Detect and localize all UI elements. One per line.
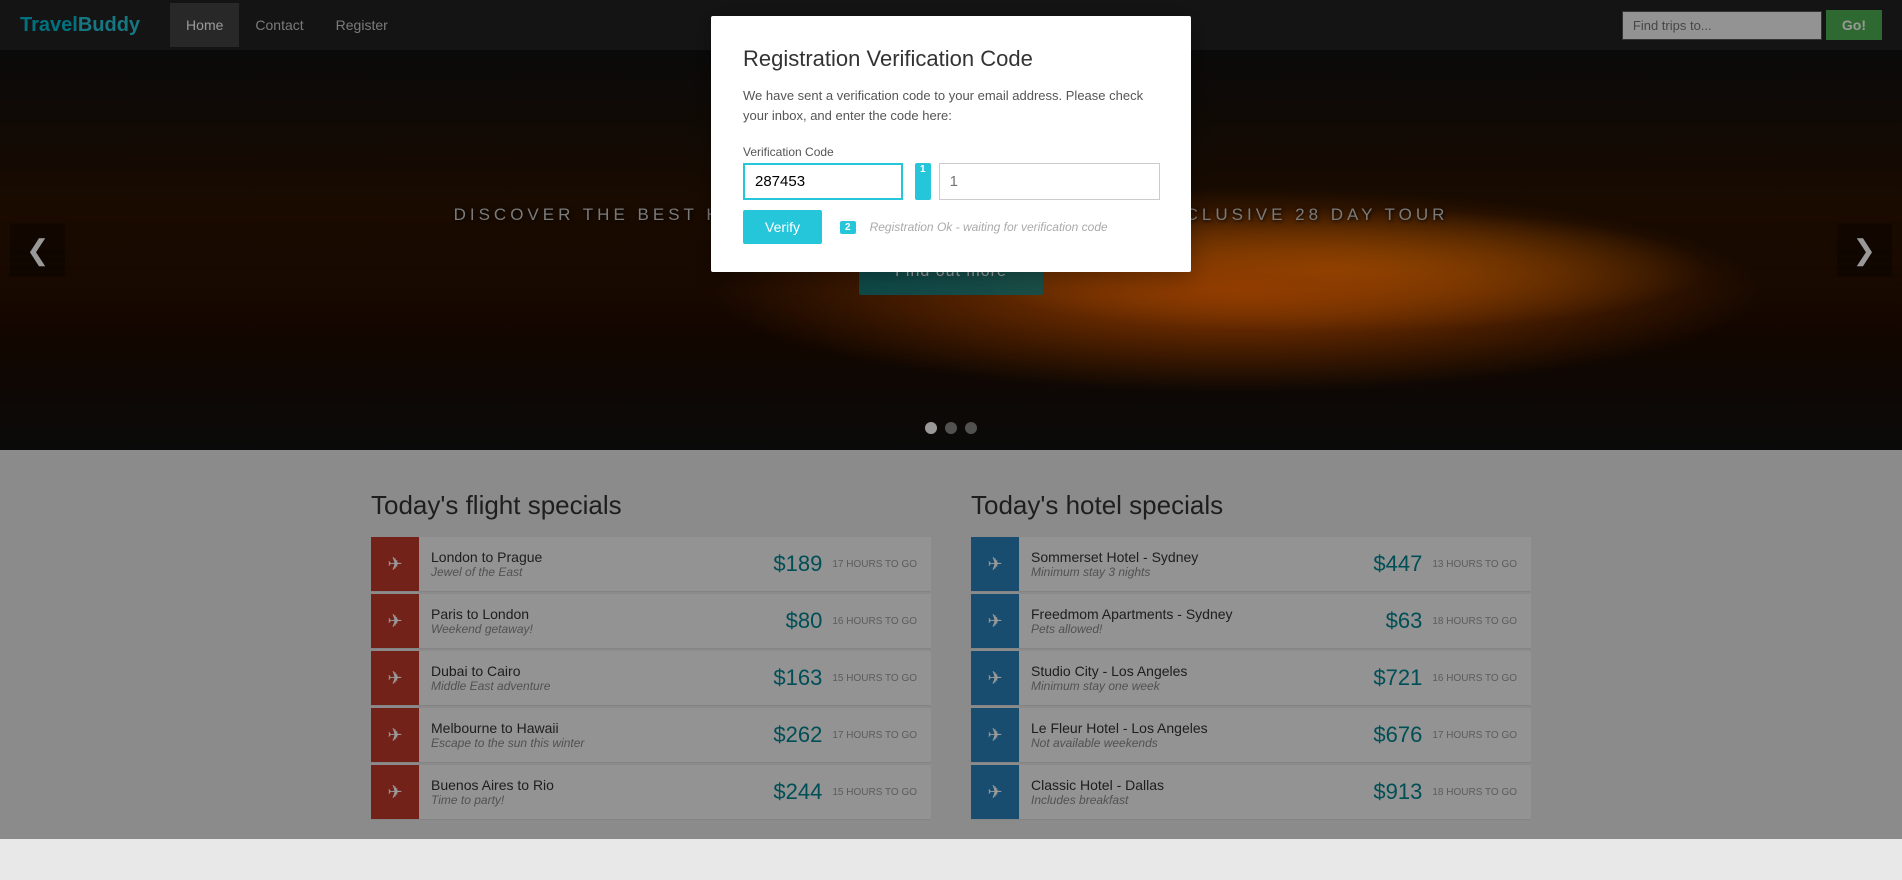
registration-modal: Registration Verification Code We have s… [711, 16, 1191, 272]
verification-code-input[interactable] [743, 163, 903, 200]
registration-status: Registration Ok - waiting for verificati… [870, 220, 1108, 234]
code-hint-input[interactable] [939, 163, 1160, 200]
step1-badge: 1 [915, 163, 931, 200]
step2-badge: 2 [840, 221, 856, 234]
modal-overlay: Registration Verification Code We have s… [0, 0, 1902, 839]
modal-subtitle: We have sent a verification code to your… [743, 86, 1159, 125]
modal-title: Registration Verification Code [743, 46, 1159, 72]
verify-button[interactable]: Verify [743, 210, 822, 244]
verify-row: Verify 2 Registration Ok - waiting for v… [743, 210, 1159, 244]
code-label: Verification Code [743, 145, 1159, 159]
code-input-row: 1 [743, 163, 1159, 200]
